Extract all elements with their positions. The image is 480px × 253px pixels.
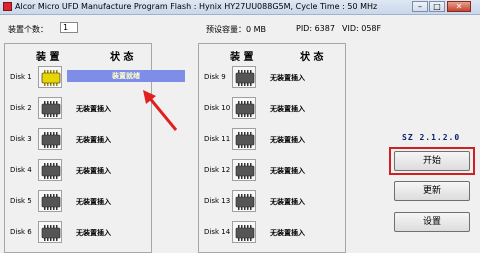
flash-chip-icon (232, 190, 256, 212)
device-count-field[interactable]: 1 (60, 22, 78, 33)
start-button[interactable]: 开始 (394, 151, 470, 171)
disk-label: Disk 2 (10, 104, 32, 112)
flash-chip-icon (38, 190, 62, 212)
disk-label: Disk 5 (10, 197, 32, 205)
close-button[interactable]: ✕ (447, 1, 471, 12)
disk-status: 无装置插入 (270, 105, 305, 113)
flash-chip-icon (38, 159, 62, 181)
device-count-label: 装置个数： (8, 25, 48, 34)
disk-row: Disk 2 无装置插入 (4, 94, 152, 124)
flash-chip-icon (38, 66, 62, 88)
disk-status: 无装置插入 (76, 136, 111, 144)
red-arrow-annotation (143, 90, 178, 131)
disk-status: 无装置插入 (76, 198, 111, 206)
disk-label: Disk 14 (204, 228, 231, 236)
disk-row: Disk 1 装置就绪 (4, 63, 185, 93)
disk-row: Disk 14 无装置插入 (198, 218, 346, 248)
disk-status: 无装置插入 (270, 167, 305, 175)
disk-row: Disk 12 无装置插入 (198, 156, 346, 186)
right-device-header: 装 置 (230, 52, 254, 63)
disk-label: Disk 6 (10, 228, 32, 236)
disk-row: Disk 3 无装置插入 (4, 125, 152, 155)
disk-status: 无装置插入 (270, 136, 305, 144)
flash-chip-icon (232, 128, 256, 150)
disk-label: Disk 3 (10, 135, 32, 143)
disk-row: Disk 9 无装置插入 (198, 63, 346, 93)
flash-chip-icon (232, 66, 256, 88)
disk-row: Disk 11 无装置插入 (198, 125, 346, 155)
flash-chip-icon (38, 97, 62, 119)
maximize-button[interactable]: □ (429, 1, 445, 12)
disk-status: 无装置插入 (76, 229, 111, 237)
disk-label: Disk 11 (204, 135, 231, 143)
disk-status: 无装置插入 (270, 74, 305, 82)
flash-chip-icon (232, 221, 256, 243)
minimize-button[interactable]: – (412, 1, 428, 12)
app-icon (3, 2, 12, 11)
disk-row: Disk 4 无装置插入 (4, 156, 152, 186)
version-label: SZ 2.1.2.0 (402, 133, 461, 142)
flash-chip-icon (232, 159, 256, 181)
disk-label: Disk 1 (10, 73, 32, 81)
disk-label: Disk 9 (204, 73, 226, 81)
vid-text: VID: 058F (342, 24, 382, 33)
left-device-header: 装 置 (36, 52, 60, 63)
disk-label: Disk 13 (204, 197, 231, 205)
disk-status: 无装置插入 (76, 105, 111, 113)
pid-text: PID: 6387 (296, 24, 335, 33)
disk-row: Disk 10 无装置插入 (198, 94, 346, 124)
capacity-text: 预设容量：0 MB (206, 25, 267, 34)
disk-status: 装置就绪 (67, 70, 185, 82)
disk-status: 无装置插入 (270, 198, 305, 206)
window-title: Alcor Micro UFD Manufacture Program Flas… (15, 2, 378, 11)
disk-row: Disk 5 无装置插入 (4, 187, 152, 217)
disk-status: 无装置插入 (270, 229, 305, 237)
right-status-header: 状 态 (300, 52, 324, 63)
disk-status: 无装置插入 (76, 167, 111, 175)
flash-chip-icon (38, 221, 62, 243)
disk-row: Disk 6 无装置插入 (4, 218, 152, 248)
settings-button[interactable]: 设置 (394, 212, 470, 232)
refresh-button[interactable]: 更新 (394, 181, 470, 201)
window-titlebar: Alcor Micro UFD Manufacture Program Flas… (0, 0, 480, 15)
left-status-header: 状 态 (110, 52, 134, 63)
flash-chip-icon (38, 128, 62, 150)
disk-label: Disk 4 (10, 166, 32, 174)
disk-label: Disk 12 (204, 166, 231, 174)
disk-label: Disk 10 (204, 104, 231, 112)
flash-chip-icon (232, 97, 256, 119)
disk-row: Disk 13 无装置插入 (198, 187, 346, 217)
